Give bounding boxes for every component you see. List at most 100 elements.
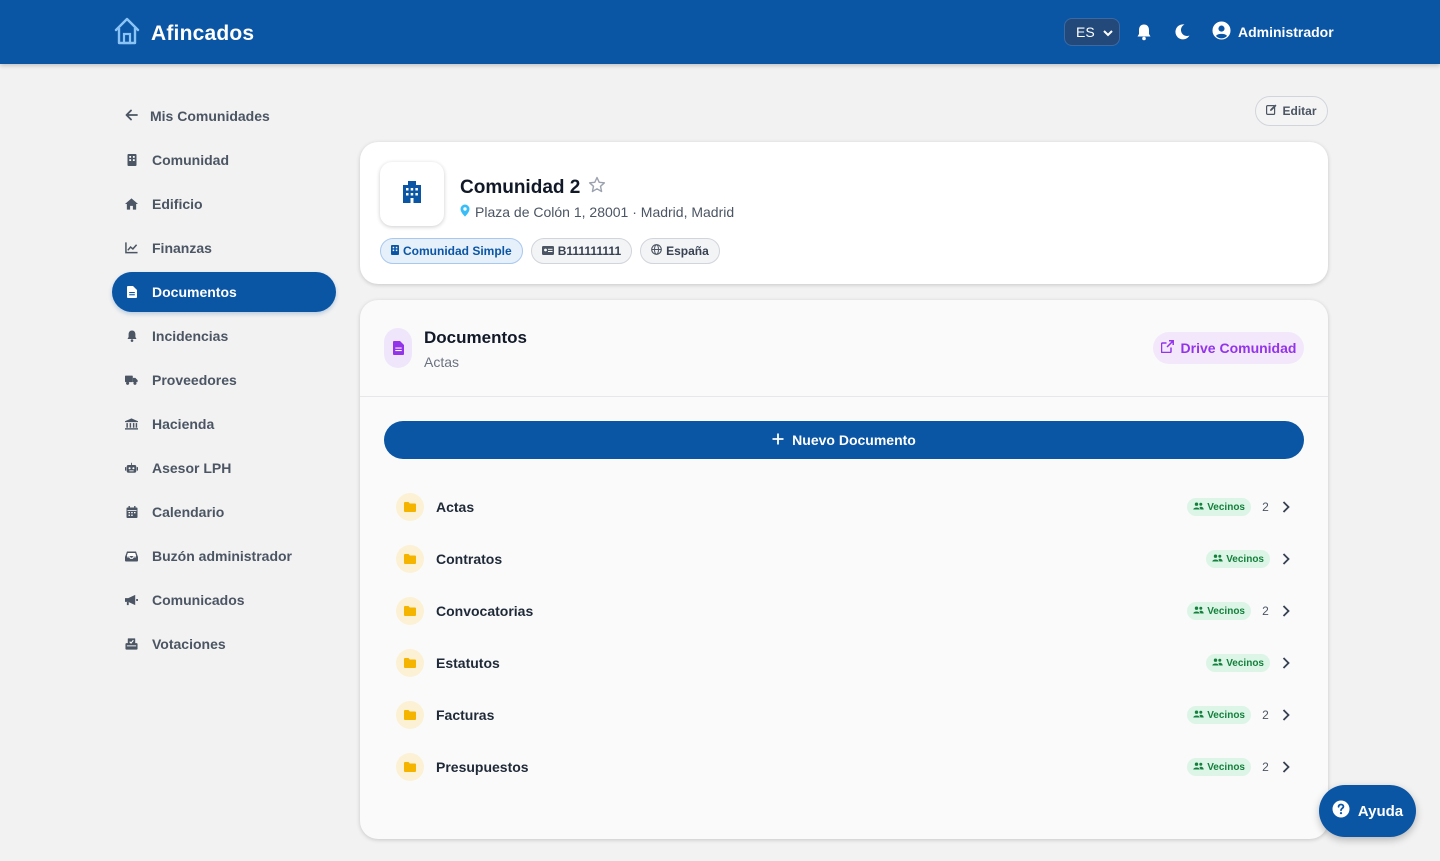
folder-meta: Vecinos 2 bbox=[1187, 758, 1292, 776]
sidebar: Mis Comunidades Comunidad Edificio Finan… bbox=[112, 96, 336, 664]
folder-meta: Vecinos bbox=[1206, 654, 1292, 672]
new-document-button[interactable]: Nuevo Documento bbox=[384, 421, 1304, 459]
folder-row-facturas[interactable]: Facturas Vecinos 2 bbox=[384, 689, 1304, 741]
folder-name: Actas bbox=[436, 499, 475, 515]
user-name: Administrador bbox=[1238, 24, 1334, 40]
back-link-label: Mis Comunidades bbox=[150, 108, 270, 124]
users-icon bbox=[1212, 554, 1223, 565]
community-card: Comunidad 2 Plaza de Colón 1, 28001 · Ma… bbox=[360, 142, 1328, 284]
building-icon bbox=[125, 154, 138, 167]
sidebar-item-finanzas[interactable]: Finanzas bbox=[112, 228, 336, 268]
sidebar-item-label: Documentos bbox=[152, 284, 237, 300]
city-building-icon bbox=[400, 180, 424, 208]
sidebar-item-buzon-administrador[interactable]: Buzón administrador bbox=[112, 536, 336, 576]
language-select[interactable]: ES bbox=[1064, 18, 1120, 46]
users-icon bbox=[1193, 606, 1204, 617]
documents-header: Documentos Actas Drive Comunidad bbox=[360, 300, 1328, 397]
address-text: Plaza de Colón 1, 28001 · Madrid, Madrid bbox=[475, 204, 735, 220]
house-logo-icon bbox=[113, 16, 141, 51]
sidebar-item-label: Proveedores bbox=[152, 372, 237, 388]
folder-row-estatutos[interactable]: Estatutos Vecinos bbox=[384, 637, 1304, 689]
brand-name: Afincados bbox=[151, 21, 255, 45]
question-circle-icon bbox=[1332, 800, 1350, 822]
cif-chip: B111111111 bbox=[530, 238, 633, 264]
building-icon bbox=[391, 244, 399, 258]
id-card-icon bbox=[541, 244, 554, 258]
edit-button[interactable]: Editar bbox=[1255, 96, 1328, 126]
folder-row-convocatorias[interactable]: Convocatorias Vecinos 2 bbox=[384, 585, 1304, 637]
chevron-right-icon bbox=[1280, 605, 1292, 617]
visibility-badge: Vecinos bbox=[1206, 654, 1270, 672]
sidebar-item-label: Hacienda bbox=[152, 416, 215, 432]
folder-name: Presupuestos bbox=[436, 759, 529, 775]
document-file-icon bbox=[384, 328, 412, 368]
folder-meta: Vecinos 2 bbox=[1187, 498, 1292, 516]
calendar-icon bbox=[125, 506, 138, 519]
chevron-down-icon bbox=[1102, 24, 1113, 40]
chip-label: España bbox=[666, 244, 709, 258]
documents-subtitle: Actas bbox=[424, 354, 460, 370]
back-to-communities-link[interactable]: Mis Comunidades bbox=[112, 96, 336, 136]
visibility-badge: Vecinos bbox=[1187, 498, 1251, 516]
ballot-box-icon bbox=[125, 638, 138, 651]
chevron-right-icon bbox=[1280, 553, 1292, 565]
folder-name: Contratos bbox=[436, 551, 503, 567]
visibility-badge: Vecinos bbox=[1187, 706, 1251, 724]
sidebar-item-documentos[interactable]: Documentos bbox=[112, 272, 336, 312]
notifications-bell-icon[interactable] bbox=[1133, 21, 1155, 43]
badge-label: Vecinos bbox=[1207, 709, 1245, 721]
chevron-right-icon bbox=[1280, 709, 1292, 721]
sidebar-item-votaciones[interactable]: Votaciones bbox=[112, 624, 336, 664]
chevron-right-icon bbox=[1280, 657, 1292, 669]
arrow-left-icon bbox=[125, 108, 138, 124]
help-label: Ayuda bbox=[1357, 802, 1404, 820]
community-name: Comunidad 2 bbox=[460, 176, 606, 200]
documents-title: Documentos bbox=[424, 328, 527, 347]
community-chips: Comunidad Simple B111111111 España bbox=[380, 238, 720, 264]
dark-mode-moon-icon[interactable] bbox=[1171, 21, 1193, 43]
folder-row-contratos[interactable]: Contratos Vecinos bbox=[384, 533, 1304, 585]
sidebar-item-label: Incidencias bbox=[152, 328, 229, 344]
user-menu[interactable]: Administrador bbox=[1212, 21, 1334, 43]
folder-icon bbox=[396, 753, 424, 781]
chevron-right-icon bbox=[1280, 501, 1292, 513]
truck-icon bbox=[125, 374, 138, 387]
folder-row-presupuestos[interactable]: Presupuestos Vecinos 2 bbox=[384, 741, 1304, 793]
sidebar-item-comunicados[interactable]: Comunicados bbox=[112, 580, 336, 620]
star-favorite-icon[interactable] bbox=[588, 176, 606, 200]
sidebar-item-calendario[interactable]: Calendario bbox=[112, 492, 336, 532]
folder-row-actas[interactable]: Actas Vecinos 2 bbox=[384, 481, 1304, 533]
drive-comunidad-button[interactable]: Drive Comunidad bbox=[1153, 332, 1304, 364]
bell-icon bbox=[125, 330, 138, 343]
help-button[interactable]: Ayuda bbox=[1319, 785, 1416, 837]
badge-label: Vecinos bbox=[1207, 605, 1245, 617]
document-count: 2 bbox=[1262, 604, 1269, 618]
users-icon bbox=[1193, 502, 1204, 513]
external-link-icon bbox=[1160, 340, 1174, 356]
chart-line-icon bbox=[125, 242, 138, 255]
chevron-right-icon bbox=[1280, 761, 1292, 773]
sidebar-item-asesor-lph[interactable]: Asesor LPH bbox=[112, 448, 336, 488]
sidebar-item-label: Comunidad bbox=[152, 152, 229, 168]
folder-icon bbox=[396, 597, 424, 625]
folder-meta: Vecinos bbox=[1206, 550, 1292, 568]
inbox-icon bbox=[125, 550, 138, 563]
file-icon bbox=[125, 286, 138, 299]
sidebar-item-edificio[interactable]: Edificio bbox=[112, 184, 336, 224]
top-bar: Afincados ES Administrador bbox=[0, 0, 1440, 64]
badge-label: Vecinos bbox=[1207, 761, 1245, 773]
visibility-badge: Vecinos bbox=[1187, 758, 1251, 776]
edit-label: Editar bbox=[1282, 104, 1317, 118]
folder-icon bbox=[396, 701, 424, 729]
location-pin-icon bbox=[460, 204, 470, 220]
badge-label: Vecinos bbox=[1207, 501, 1245, 513]
document-count: 2 bbox=[1262, 708, 1269, 722]
brand[interactable]: Afincados bbox=[113, 16, 254, 51]
sidebar-item-proveedores[interactable]: Proveedores bbox=[112, 360, 336, 400]
community-type-chip: Comunidad Simple bbox=[380, 238, 523, 264]
chip-label: B111111111 bbox=[557, 244, 622, 258]
sidebar-item-label: Calendario bbox=[152, 504, 225, 520]
sidebar-item-incidencias[interactable]: Incidencias bbox=[112, 316, 336, 356]
sidebar-item-comunidad[interactable]: Comunidad bbox=[112, 140, 336, 180]
sidebar-item-hacienda[interactable]: Hacienda bbox=[112, 404, 336, 444]
